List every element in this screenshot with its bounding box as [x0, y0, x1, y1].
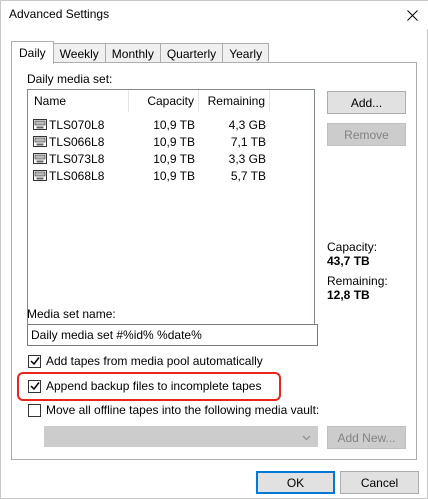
media-vault-dropdown[interactable]: [44, 426, 318, 447]
daily-media-set-label: Daily media set:: [27, 72, 113, 86]
list-item[interactable]: TLS066L8 10,9 TB 7,1 TB: [28, 133, 314, 150]
media-set-name-label: Media set name:: [27, 307, 116, 321]
add-tape-button[interactable]: Add...: [327, 91, 406, 114]
remaining-value: 12,8 TB: [327, 288, 370, 302]
tape-capacity: 10,9 TB: [153, 117, 195, 132]
cancel-button[interactable]: Cancel: [340, 471, 419, 494]
tape-name-cell: TLS073L8: [28, 152, 129, 166]
add-tapes-label: Add tapes from media pool automatically: [46, 354, 263, 368]
tape-name: TLS066L8: [49, 134, 105, 149]
ok-button[interactable]: OK: [256, 471, 335, 494]
tape-remaining: 3,3 GB: [228, 151, 266, 166]
media-set-list[interactable]: Name Capacity Remaining TLS070L8 10,9 TB: [27, 89, 315, 340]
list-header: Name Capacity Remaining: [28, 90, 314, 112]
column-header-remaining[interactable]: Remaining: [199, 90, 270, 112]
column-header-capacity[interactable]: Capacity: [129, 90, 199, 112]
remove-tape-button[interactable]: Remove: [327, 123, 406, 146]
tape-capacity: 10,9 TB: [153, 151, 195, 166]
list-item[interactable]: TLS073L8 10,9 TB 3,3 GB: [28, 150, 314, 167]
tab-yearly[interactable]: Yearly: [222, 43, 270, 63]
list-item[interactable]: TLS068L8 10,9 TB 5,7 TB: [28, 167, 314, 184]
media-set-name-input[interactable]: Daily media set #%id% %date%: [27, 324, 318, 346]
title-bar: Advanced Settings: [1, 1, 428, 29]
advanced-settings-window: Advanced Settings Daily Weekly Monthly Q…: [0, 0, 428, 499]
checkmark-icon: [29, 357, 40, 366]
tape-cartridge-icon: [33, 119, 47, 130]
tab-daily[interactable]: Daily: [11, 41, 54, 64]
tape-name: TLS068L8: [49, 168, 105, 183]
close-button[interactable]: [395, 1, 428, 29]
remaining-label: Remaining:: [327, 274, 388, 288]
tape-cartridge-icon: [33, 153, 47, 164]
tape-cartridge-icon: [33, 170, 47, 181]
move-offline-checkbox[interactable]: [28, 403, 41, 417]
move-offline-label: Move all offline tapes into the followin…: [46, 403, 320, 417]
list-rows: TLS070L8 10,9 TB 4,3 GB TLS066L8 10,9 TB…: [28, 116, 314, 184]
tape-name: TLS073L8: [49, 151, 105, 166]
add-tapes-checkbox[interactable]: [28, 354, 41, 368]
close-icon: [406, 9, 418, 21]
tape-capacity: 10,9 TB: [153, 134, 195, 149]
tape-remaining: 7,1 TB: [230, 134, 266, 149]
add-tapes-option[interactable]: Add tapes from media pool automatically: [28, 354, 263, 368]
list-item[interactable]: TLS070L8 10,9 TB 4,3 GB: [28, 116, 314, 133]
capacity-value: 43,7 TB: [327, 254, 370, 268]
tape-name-cell: TLS070L8: [28, 118, 129, 132]
tab-weekly[interactable]: Weekly: [52, 43, 106, 63]
tape-name-cell: TLS068L8: [28, 169, 129, 183]
tape-name-cell: TLS066L8: [28, 135, 129, 149]
tape-remaining: 5,7 TB: [230, 168, 266, 183]
tab-monthly[interactable]: Monthly: [104, 43, 161, 63]
window-title: Advanced Settings: [9, 7, 110, 21]
tab-quarterly[interactable]: Quarterly: [159, 43, 224, 63]
tape-cartridge-icon: [33, 136, 47, 147]
tape-remaining: 4,3 GB: [228, 117, 266, 132]
add-new-vault-button[interactable]: Add New...: [327, 426, 406, 449]
column-header-name[interactable]: Name: [28, 90, 129, 112]
chevron-down-icon: [302, 435, 311, 441]
tab-strip: Daily Weekly Monthly Quarterly Yearly: [11, 41, 270, 64]
annotation-highlight: [17, 372, 281, 401]
tape-capacity: 10,9 TB: [153, 168, 195, 183]
move-offline-option[interactable]: Move all offline tapes into the followin…: [28, 403, 319, 417]
tape-name: TLS070L8: [49, 117, 105, 132]
capacity-label: Capacity:: [327, 240, 378, 254]
